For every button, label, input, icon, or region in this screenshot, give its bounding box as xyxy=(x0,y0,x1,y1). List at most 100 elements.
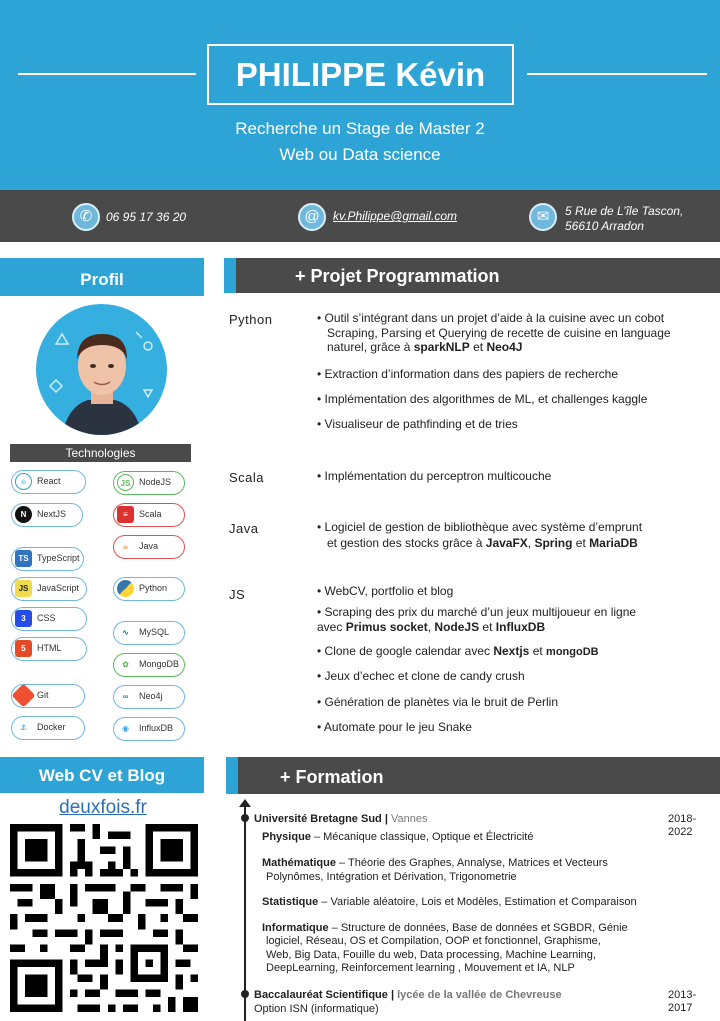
course-physique: Physique – Mécanique classique, Optique … xyxy=(262,831,534,843)
university-dates: 2018-2022 xyxy=(668,813,697,838)
tech-pill-react: ⚛ React xyxy=(11,470,86,494)
tech-pill-neo4j: ∞ Neo4j xyxy=(113,685,185,709)
typescript-icon: TS xyxy=(15,550,32,567)
website-link[interactable]: deuxfois.fr xyxy=(0,797,206,819)
project-item: • Jeux d’echec et clone de candy crush xyxy=(317,669,525,683)
tech-pill-java: ☕ Java xyxy=(113,535,185,559)
project-item: • Automate pour le jeu Snake xyxy=(317,720,472,734)
tech-pill-javascript: JS JavaScript xyxy=(11,577,87,601)
tech-pill-scala: ≡ Scala xyxy=(113,503,185,527)
python-icon xyxy=(117,580,134,597)
tech-label: MySQL xyxy=(139,627,170,637)
technologies-heading: Technologies xyxy=(10,444,191,462)
neo4j-icon: ∞ xyxy=(117,688,134,705)
tech-label: NodeJS xyxy=(139,477,172,487)
subtitle-line2: Web ou Data science xyxy=(279,145,441,164)
phone-icon: ✆ xyxy=(72,203,100,231)
heading-accent xyxy=(226,757,238,794)
javascript-icon: JS xyxy=(15,580,32,597)
tech-pill-python: Python xyxy=(113,577,185,601)
formation-heading-bar: + Formation xyxy=(226,757,720,794)
tech-pill-typescript: TS TypeScript xyxy=(11,547,84,571)
influxdb-icon: ◉ xyxy=(117,720,134,737)
project-item: • Scraping des prix du marché d’un jeux … xyxy=(317,605,637,619)
address-line1: 5 Rue de L’île Tascon, xyxy=(565,204,684,218)
course-info-line2: logiciel, Réseau, OS et Compilation, OOP… xyxy=(266,935,601,947)
project-item: naturel, grâce à sparkNLP et Neo4J xyxy=(327,340,523,354)
react-icon: ⚛ xyxy=(15,473,32,490)
tech-label: Git xyxy=(37,690,49,700)
project-item: • Extraction d’information dans des papi… xyxy=(317,367,619,381)
project-item: • Clone de google calendar avec Nextjs e… xyxy=(317,644,599,658)
tech-pill-git: Git xyxy=(11,683,85,708)
web-cv-heading: Web CV et Blog xyxy=(0,757,204,793)
qr-code xyxy=(10,824,198,1012)
git-icon xyxy=(11,683,36,708)
university-line: Université Bretagne Sud | Vannes xyxy=(254,813,428,825)
project-item: • Génération de planètes via le bruit de… xyxy=(317,695,559,709)
mail-icon: ✉ xyxy=(529,203,557,231)
course-stat: Statistique – Variable aléatoire, Lois e… xyxy=(262,896,637,908)
project-item: Scraping, Parsing et Querying de recette… xyxy=(327,326,671,340)
tech-label: Docker xyxy=(37,722,66,732)
tech-label: React xyxy=(37,476,61,486)
tech-pill-nextjs: N NextJS xyxy=(11,503,83,527)
project-item: • Outil s’intégrant dans un projet d’aid… xyxy=(317,311,665,325)
subtitle-line1: Recherche un Stage de Master 2 xyxy=(235,119,485,138)
project-item: • Visualiseur de pathfinding et de tries xyxy=(317,417,518,431)
address-line2: 56610 Arradon xyxy=(565,219,644,233)
project-item: • Implémentation du perceptron multicouc… xyxy=(317,469,552,483)
lang-js: JS xyxy=(229,587,246,602)
profile-photo xyxy=(36,304,167,435)
bac-option: Option ISN (informatique) xyxy=(254,1003,379,1015)
tech-pill-docker: ⚓ Docker xyxy=(11,716,85,740)
tech-label: JavaScript xyxy=(37,583,80,593)
tech-pill-css: 3 CSS xyxy=(11,607,87,631)
nextjs-icon: N xyxy=(15,506,32,523)
project-item: • Logiciel de gestion de bibliothèque av… xyxy=(317,520,643,534)
tech-label: Python xyxy=(139,583,168,593)
bac-dates: 2013-2017 xyxy=(668,989,697,1014)
header-divider-left xyxy=(18,73,196,75)
candidate-name: PHILIPPE Kévin xyxy=(207,44,514,105)
nodejs-icon: JS xyxy=(117,474,134,491)
tech-label: TypeScript xyxy=(37,553,80,563)
tech-pill-mongodb: ✿ MongoDB xyxy=(113,653,185,677)
lang-java: Java xyxy=(229,521,259,536)
timeline-dot xyxy=(241,814,249,822)
project-item: • Implémentation des algorithmes de ML, … xyxy=(317,392,648,406)
project-item: avec Primus socket, NodeJS et InfluxDB xyxy=(317,620,546,634)
course-info: Informatique – Structure de données, Bas… xyxy=(262,922,628,934)
docker-icon: ⚓ xyxy=(15,719,32,736)
css-icon: 3 xyxy=(15,610,32,627)
header-divider-right xyxy=(527,73,707,75)
at-icon: @ xyxy=(298,203,326,231)
tech-label: Java xyxy=(139,541,159,551)
tech-label: Neo4j xyxy=(139,691,163,701)
mongodb-icon: ✿ xyxy=(117,656,134,673)
tech-label: NextJS xyxy=(37,509,67,519)
projects-heading-bar: + Projet Programmation xyxy=(224,258,720,293)
project-item: • WebCV, portfolio et blog xyxy=(317,584,454,598)
html-icon: 5 xyxy=(15,640,32,657)
projects-heading: + Projet Programmation xyxy=(295,266,500,286)
tech-pill-mysql: ∿ MySQL xyxy=(113,621,185,645)
lang-scala: Scala xyxy=(229,470,265,485)
heading-accent xyxy=(224,258,236,293)
tech-label: MongoDB xyxy=(139,659,180,669)
tech-label: Scala xyxy=(139,509,162,519)
phone-number: 06 95 17 36 20 xyxy=(106,210,187,224)
header-banner: PHILIPPE Kévin Recherche un Stage de Mas… xyxy=(0,0,720,190)
email-link[interactable]: kv.Philippe@gmail.com xyxy=(333,209,457,223)
lang-python: Python xyxy=(229,312,273,327)
tech-pill-influxdb: ◉ InfluxDB xyxy=(113,717,185,741)
timeline xyxy=(244,804,246,1021)
course-info-line3: Web, Big Data, Fouille du web, Data proc… xyxy=(266,949,596,961)
tech-pill-html: 5 HTML xyxy=(11,637,87,661)
profile-heading: Profil xyxy=(0,258,204,296)
tech-label: InfluxDB xyxy=(139,723,174,733)
scala-icon: ≡ xyxy=(117,506,134,523)
java-icon: ☕ xyxy=(117,538,134,555)
course-math: Mathématique – Théorie des Graphes, Anna… xyxy=(262,857,608,869)
timeline-dot xyxy=(241,990,249,998)
